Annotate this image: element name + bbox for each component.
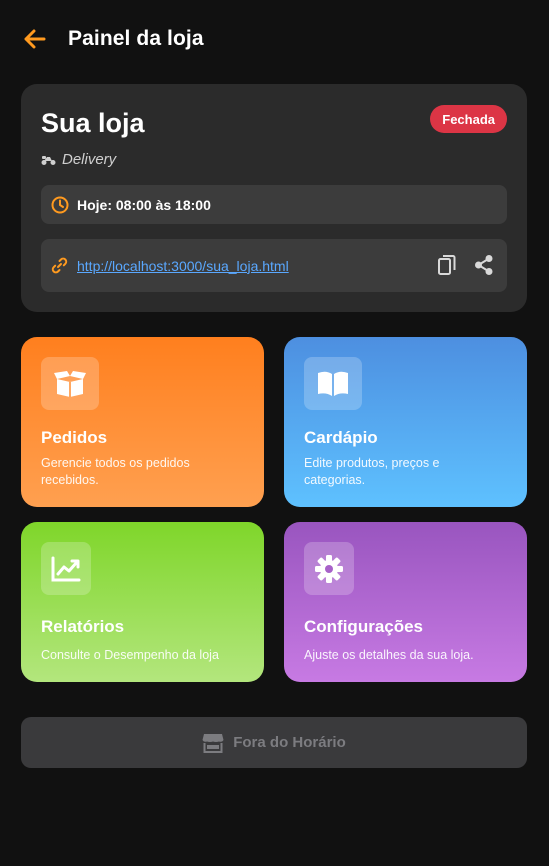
copy-icon (438, 255, 456, 275)
reports-icon-box (41, 542, 91, 595)
hours-box: Hoje: 08:00 às 18:00 (41, 185, 507, 224)
settings-description: Ajuste os detalhes da sua loja. (304, 648, 474, 662)
orders-card[interactable]: Pedidos Gerencie todos os pedidos recebi… (21, 337, 264, 507)
settings-icon-box (304, 542, 354, 595)
delivery-mode: Delivery (41, 151, 116, 168)
copy-link-button[interactable] (437, 254, 457, 276)
store-hours-button[interactable]: Fora do Horário (21, 717, 527, 768)
back-button[interactable] (22, 26, 48, 52)
share-icon (475, 255, 493, 275)
store-icon (202, 733, 224, 753)
menu-title: Cardápio (304, 428, 378, 447)
chart-line-icon (51, 556, 81, 581)
reports-title: Relatórios (41, 617, 125, 636)
status-badge: Fechada (430, 105, 507, 133)
app-header: Painel da loja (0, 0, 549, 78)
page-title: Painel da loja (68, 27, 204, 50)
share-link-button[interactable] (474, 254, 494, 276)
motorcycle-icon (41, 154, 56, 166)
reports-description: Consulte o Desempenho da loja (41, 648, 219, 662)
store-name: Sua loja (41, 108, 145, 138)
clock-icon (51, 196, 69, 213)
store-link-box: http://localhost:3000/sua_loja.html (41, 239, 507, 292)
book-open-icon (318, 371, 348, 396)
reports-card[interactable]: Relatórios Consulte o Desempenho da loja (21, 522, 264, 682)
orders-title: Pedidos (41, 428, 108, 447)
box-open-icon (54, 370, 86, 397)
menu-description: Edite produtos, preços e categorias. (304, 456, 440, 487)
link-icon (51, 257, 68, 274)
orders-description: Gerencie todos os pedidos recebidos. (41, 456, 190, 487)
settings-card[interactable]: Configurações Ajuste os detalhes da sua … (284, 522, 527, 682)
arrow-left-icon (24, 29, 46, 49)
orders-icon-box (41, 357, 99, 410)
menu-card[interactable]: Cardápio Edite produtos, preços e catego… (284, 337, 527, 507)
menu-icon-box (304, 357, 362, 410)
store-link[interactable]: http://localhost:3000/sua_loja.html (77, 258, 289, 274)
settings-title: Configurações (304, 617, 424, 636)
store-info-card: Sua loja Fechada Delivery Hoje: 08:00 às… (21, 84, 527, 312)
gear-icon (315, 554, 343, 583)
delivery-label: Delivery (62, 151, 117, 168)
hours-text: Hoje: 08:00 às 18:00 (77, 196, 211, 213)
store-hours-label: Fora do Horário (233, 734, 346, 751)
